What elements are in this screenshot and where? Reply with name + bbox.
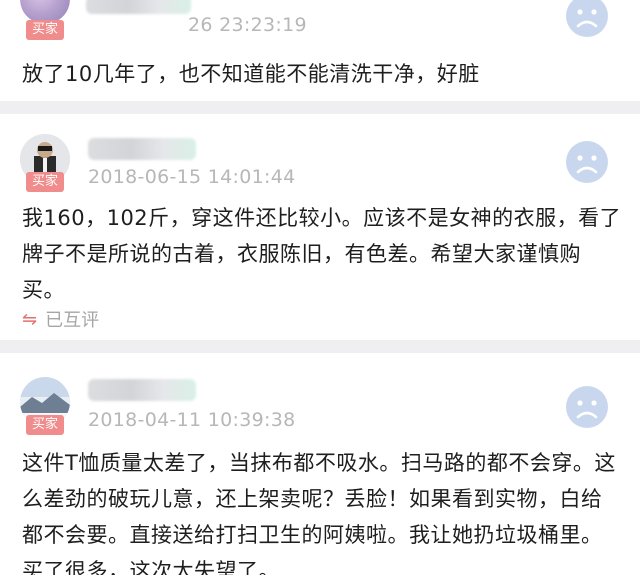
- sad-face-icon: [566, 386, 608, 428]
- timestamp-text: 2018-06-15 14:01:44: [88, 166, 296, 188]
- review-text: 放了10几年了，也不知道能不能清洗干净，好脏: [22, 62, 480, 86]
- review-text: 我160，102斤，穿这件还比较小。应该不是女神的衣服，看了牌子不是所说的古着，…: [22, 206, 622, 302]
- sad-face-icon: [566, 0, 608, 37]
- review-card: 买家 2018-06-15 14:01:44 我160，102斤，穿这件还比较小…: [0, 114, 640, 340]
- timestamp-text: 2018-04-11 10:39:38: [88, 409, 296, 431]
- timestamp: 2018-04-11 10:39:38: [88, 409, 296, 431]
- review-text: 这件T恤质量太差了，当抹布都不吸水。扫马路的都不会穿。这么差劲的破玩儿意，还上架…: [22, 451, 616, 575]
- username-blurred: [88, 379, 196, 401]
- buyer-badge: 买家: [26, 20, 64, 40]
- swap-arrows-icon: ⇋: [22, 308, 38, 330]
- timestamp-text: 26 23:23:19: [188, 14, 307, 36]
- buyer-badge: 买家: [26, 172, 64, 192]
- review-card: 买家 2018-04-11 10:39:38 这件T恤质量太差了，当抹布都不吸水…: [0, 353, 640, 575]
- review-card: 买家 26 23:23:19 放了10几年了，也不知道能不能清洗干净，好脏: [0, 0, 640, 101]
- mutual-review-label: 已互评: [45, 310, 100, 331]
- timestamp: 2018-06-15 14:01:44: [88, 166, 296, 188]
- mutual-review-link[interactable]: ⇋ 已互评: [22, 306, 99, 332]
- timestamp: 26 23:23:19: [188, 14, 307, 36]
- review-feed: 买家 26 23:23:19 放了10几年了，也不知道能不能清洗干净，好脏 买家: [0, 0, 640, 575]
- username-blurred: [86, 0, 191, 14]
- username-blurred: [88, 138, 196, 160]
- sad-face-icon: [566, 141, 608, 183]
- buyer-badge: 买家: [26, 415, 64, 435]
